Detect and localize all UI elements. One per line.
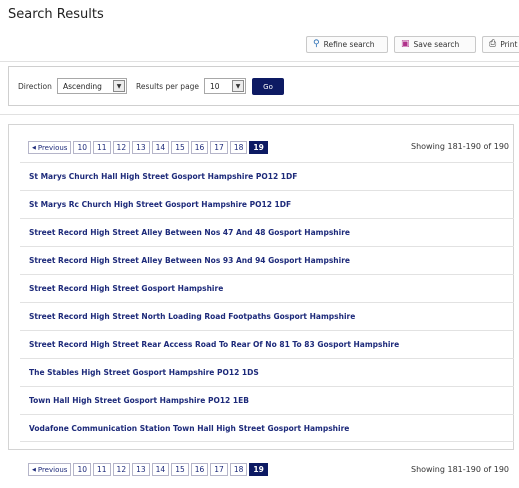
page-link[interactable]: 13 xyxy=(132,463,150,476)
previous-page-label: Previous xyxy=(37,465,68,474)
page-link[interactable]: 10 xyxy=(73,141,91,154)
page-link[interactable]: 14 xyxy=(151,463,170,476)
page-link[interactable]: 12 xyxy=(112,141,131,154)
print-label: Print xyxy=(500,40,518,49)
result-item-link[interactable]: Street Record High Street Rear Access Ro… xyxy=(20,330,514,358)
direction-select[interactable]: Ascending ▼ xyxy=(57,78,127,94)
page-link[interactable]: 11 xyxy=(93,141,111,154)
results-per-page-label: Results per page xyxy=(136,82,200,91)
page-link[interactable]: 10 xyxy=(73,463,91,476)
page-title: Search Results xyxy=(8,7,104,22)
direction-label: Direction xyxy=(18,82,52,91)
result-item-link[interactable]: Street Record High Street Alley Between … xyxy=(20,218,514,246)
chevron-down-icon: ▼ xyxy=(113,80,125,92)
divider xyxy=(0,61,519,62)
chevron-left-icon: ◀ xyxy=(32,144,36,151)
current-page: 19 xyxy=(249,463,268,476)
result-item-link[interactable]: Vodafone Communication Station Town Hall… xyxy=(20,414,514,442)
results-list: St Marys Church Hall High Street Gosport… xyxy=(20,162,514,442)
pagination-bottom: ◀ Previous 10 11 12 13 14 15 16 17 18 19 xyxy=(28,463,268,476)
page-link[interactable]: 16 xyxy=(190,463,209,476)
result-item-link[interactable]: Street Record High Street Gosport Hampsh… xyxy=(20,274,514,302)
page-link[interactable]: 17 xyxy=(210,463,228,476)
direction-value: Ascending xyxy=(63,81,102,91)
page-link[interactable]: 13 xyxy=(132,141,150,154)
page-link[interactable]: 11 xyxy=(93,463,111,476)
chevron-down-icon: ▼ xyxy=(232,80,244,92)
previous-page-link[interactable]: ◀ Previous xyxy=(28,463,72,476)
save-search-button[interactable]: ▣ Save search xyxy=(394,36,476,53)
results-per-page-select[interactable]: 10 ▼ xyxy=(204,78,246,94)
result-item-link[interactable]: Street Record High Street North Loading … xyxy=(20,302,514,330)
results-per-page-value: 10 xyxy=(210,81,220,91)
result-item-link[interactable]: Street Record High Street Alley Between … xyxy=(20,246,514,274)
page-link[interactable]: 12 xyxy=(112,463,131,476)
print-button[interactable]: ⎙ Print xyxy=(482,36,519,53)
pagination-top: ◀ Previous 10 11 12 13 14 15 16 17 18 19 xyxy=(28,141,268,154)
result-item-link[interactable]: St Marys Church Hall High Street Gosport… xyxy=(20,162,514,190)
page-link[interactable]: 16 xyxy=(190,141,209,154)
refine-search-button[interactable]: ⚲ Refine search xyxy=(306,36,388,53)
results-count: Showing 181-190 of 190 xyxy=(411,142,509,151)
search-icon: ⚲ xyxy=(313,39,320,49)
page-link[interactable]: 18 xyxy=(229,141,248,154)
page-link[interactable]: 17 xyxy=(210,141,228,154)
page-link[interactable]: 14 xyxy=(151,141,170,154)
save-icon: ▣ xyxy=(401,39,410,49)
go-button[interactable]: Go xyxy=(252,78,284,95)
result-item-link[interactable]: The Stables High Street Gosport Hampshir… xyxy=(20,358,514,386)
current-page: 19 xyxy=(249,141,268,154)
result-item-link[interactable]: St Marys Rc Church High Street Gosport H… xyxy=(20,190,514,218)
results-count: Showing 181-190 of 190 xyxy=(411,465,509,474)
previous-page-link[interactable]: ◀ Previous xyxy=(28,141,72,154)
previous-page-label: Previous xyxy=(37,143,68,152)
printer-icon: ⎙ xyxy=(489,39,497,49)
sort-options-panel: Direction Ascending ▼ Results per page 1… xyxy=(8,66,519,106)
result-item-link[interactable]: Town Hall High Street Gosport Hampshire … xyxy=(20,386,514,414)
divider xyxy=(0,114,519,115)
page-link[interactable]: 15 xyxy=(171,463,189,476)
page-link[interactable]: 15 xyxy=(171,141,189,154)
page-link[interactable]: 18 xyxy=(229,463,248,476)
chevron-left-icon: ◀ xyxy=(32,466,36,473)
refine-search-label: Refine search xyxy=(323,40,375,49)
save-search-label: Save search xyxy=(413,40,460,49)
